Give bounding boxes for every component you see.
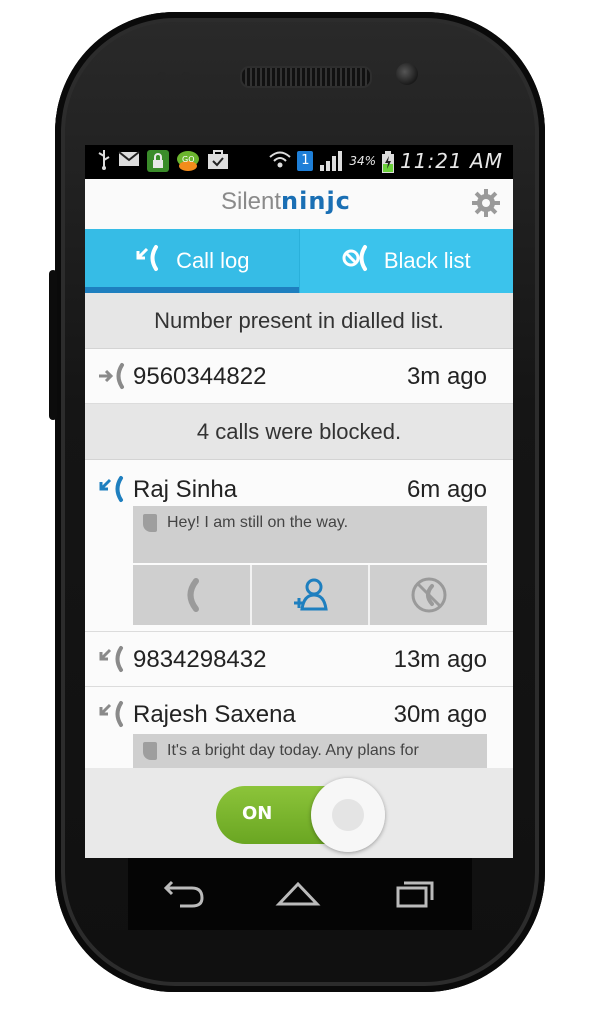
app-logo: Silentninjc (221, 187, 351, 216)
sms-preview: It's a bright day today. Any plans for (133, 734, 487, 768)
recent-apps-button[interactable] (390, 874, 440, 914)
call-back-button[interactable] (133, 565, 250, 625)
back-icon (163, 880, 204, 908)
call-row-expanded[interactable]: Raj Sinha 6m ago Hey! I am still on the … (85, 460, 513, 632)
call-time: 13m ago (393, 646, 487, 673)
gmail-icon (118, 150, 140, 170)
missed-call-icon (134, 244, 162, 278)
front-camera (396, 63, 418, 85)
logo-text-silent: Silent (221, 188, 282, 215)
add-contact-button[interactable] (251, 565, 369, 625)
back-button[interactable] (158, 874, 208, 914)
sms-preview: Hey! I am still on the way. (133, 506, 487, 563)
block-call-icon (411, 577, 447, 613)
status-bar: GO 1 34% 11:21 AM (85, 145, 513, 179)
earpiece-speaker (240, 66, 372, 88)
phone-icon (187, 578, 200, 612)
tab-black-list[interactable]: Black list (298, 229, 514, 293)
logo-text-ninja: ninjc (281, 187, 351, 215)
sim-badge-icon: 1 (297, 151, 314, 171)
call-time: 3m ago (406, 363, 487, 390)
block-button[interactable] (370, 565, 488, 625)
proximity-sensor (158, 72, 166, 80)
app-bar: Silentninjc (85, 179, 513, 230)
message-quote-icon (143, 514, 157, 532)
message-quote-icon (143, 742, 157, 760)
missed-call-icon (97, 699, 127, 729)
toggle-knob[interactable] (311, 778, 385, 852)
add-contact-icon (294, 578, 328, 611)
missed-call-icon (97, 474, 127, 504)
call-time: 30m ago (393, 701, 487, 728)
briefcase-check-icon (207, 150, 229, 170)
caller-name: Raj Sinha (133, 476, 238, 503)
call-row[interactable]: 9560344822 3m ago (85, 349, 513, 404)
usb-icon (97, 150, 111, 170)
row-actions (133, 565, 488, 625)
chat-app-icon: GO (176, 150, 200, 171)
section-header-dialled: Number present in dialled list. (85, 293, 513, 349)
caller-name: Rajesh Saxena (133, 701, 296, 728)
home-button[interactable] (273, 874, 323, 914)
call-row[interactable]: Rajesh Saxena 30m ago It's a bright day … (85, 687, 513, 769)
battery-percent: 34% (349, 154, 377, 168)
volume-button (49, 270, 57, 420)
recent-apps-icon (396, 881, 434, 908)
outgoing-call-icon (97, 361, 127, 391)
signal-icon (319, 151, 343, 171)
tab-call-log[interactable]: Call log (85, 229, 299, 293)
bottom-bar: ON (85, 768, 513, 858)
clock: 11:21 AM (400, 149, 503, 173)
home-icon (275, 881, 321, 906)
missed-call-icon (97, 644, 127, 674)
svg-text:GO: GO (182, 155, 195, 164)
battery-icon (382, 151, 395, 173)
toggle-label: ON (242, 803, 273, 824)
blocked-call-icon (342, 244, 370, 278)
wifi-icon (269, 151, 292, 171)
sms-text: It's a bright day today. Any plans for (167, 742, 419, 759)
service-toggle[interactable]: ON (216, 778, 385, 852)
call-row[interactable]: 9834298432 13m ago (85, 632, 513, 687)
sms-text: Hey! I am still on the way. (167, 514, 349, 531)
lock-app-icon (147, 150, 169, 172)
screen: GO 1 34% 11:21 AM Silentninjc Call log B… (85, 145, 513, 858)
navigation-bar (128, 858, 472, 930)
light-sensor (182, 72, 190, 80)
section-header-blocked: 4 calls were blocked. (85, 404, 513, 460)
settings-gear-icon[interactable] (471, 188, 501, 218)
call-time: 6m ago (406, 476, 487, 503)
caller-name: 9560344822 (133, 363, 267, 390)
tab-bar: Call log Black list (85, 229, 513, 293)
tab-black-list-label: Black list (383, 248, 471, 273)
caller-name: 9834298432 (133, 646, 267, 673)
tab-call-log-label: Call log (176, 248, 250, 273)
